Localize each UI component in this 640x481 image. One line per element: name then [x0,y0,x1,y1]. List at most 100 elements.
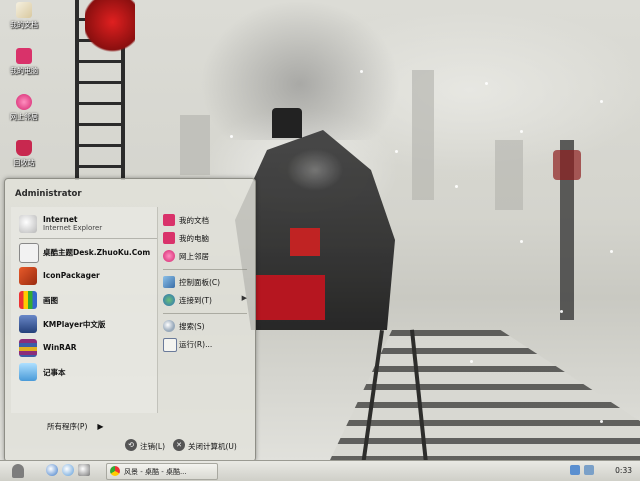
system-tray: 0:33 [566,461,640,481]
arrow-right-icon: ▶ [97,422,104,431]
quicklaunch-browser-icon[interactable] [62,464,74,476]
computer-icon [16,48,32,64]
computer-icon [163,232,175,244]
start-menu-pinned-list: Internet Internet Explorer 桌酷主题Desk.Zhuo… [11,207,158,413]
pinned-item-title: IconPackager [43,271,100,280]
places-label: 网上邻居 [179,252,209,261]
connect-globe-icon [163,294,175,306]
pinned-item-title: 桌酷主题Desk.ZhuoKu.Com [43,248,151,257]
desktop-icon-label: 我的文档 [10,21,38,29]
start-menu-power-bar: ⟲ 注销(L) ✕ 关闭计算机(U) [5,435,255,459]
logoff-label: 注销(L) [140,442,166,451]
winrar-books-icon [19,339,37,357]
pinned-item-paint[interactable]: 画图 [17,289,157,311]
submenu-arrow-icon: ▶ [241,294,247,302]
wallpaper-chimney [272,108,302,138]
places-my-computer[interactable]: 我的电脑 [163,231,251,245]
pinned-item-iconpackager[interactable]: IconPackager [17,265,157,287]
taskbar-button-window[interactable]: 风景 - 桌酷 - 桌酷... [106,463,218,480]
start-button[interactable] [8,462,28,480]
snowflake [520,240,523,243]
taskbar-clock[interactable]: 0:33 [615,466,632,475]
wallpaper-building [180,115,210,175]
places-separator [163,313,247,314]
snowflake [230,135,233,138]
pinned-item-title: WinRAR [43,343,77,352]
zhuoku-theme-icon [19,243,39,263]
places-connect-to[interactable]: 连接到(T) ▶ [163,293,251,307]
logoff-icon: ⟲ [125,439,137,451]
snowflake [600,100,603,103]
all-programs-button[interactable]: 所有程序(P) ▶ [47,421,104,432]
snowflake [520,130,523,133]
recycle-bin-icon [16,140,32,156]
places-label: 连接到(T) [179,296,212,305]
paint-brushes-icon [19,291,37,309]
pinned-item-internet[interactable]: Internet Internet Explorer [17,213,157,235]
places-label: 控制面板(C) [179,278,221,287]
snowflake [395,150,398,153]
pinned-item-notepad[interactable]: 记事本 [17,361,157,383]
power-icon: ✕ [173,439,185,451]
taskbar-button-label: 风景 - 桌酷 - 桌酷... [124,468,187,476]
start-menu-places: 我的文档 我的电脑 网上邻居 控制面板(C) 连接到(T) ▶ 搜索(S) 运行… [161,207,251,413]
pinned-item-subtitle: Internet Explorer [43,224,103,232]
desktop-icon-label: 网上邻居 [10,113,38,121]
pinned-item-zhuoku[interactable]: 桌酷主题Desk.ZhuoKu.Com [17,241,157,263]
search-icon [163,320,175,332]
network-globe-icon [16,94,32,110]
snowflake [560,310,563,313]
pinned-item-title: 画图 [43,296,58,305]
wallpaper-train-red-buffer [255,275,325,320]
places-control-panel[interactable]: 控制面板(C) [163,275,251,289]
desktop-icon-my-computer[interactable]: 我的电脑 [2,48,46,76]
wallpaper-train-red-panel [290,228,320,256]
iconpackager-icon [19,267,37,285]
places-run[interactable]: 运行(R)... [163,337,251,352]
snowflake [455,185,458,188]
places-my-documents[interactable]: 我的文档 [163,213,251,227]
notepad-icon [19,363,37,381]
tray-network-icon[interactable] [570,465,580,475]
tray-volume-icon[interactable] [584,465,594,475]
desktop-icon-label: 我的电脑 [10,67,38,75]
pinned-item-title: KMPlayer中文版 [43,320,106,329]
control-panel-icon [163,276,175,288]
all-programs-label: 所有程序(P) [47,422,88,431]
start-menu-user-name: Administrator [15,189,82,199]
places-label: 搜索(S) [179,322,205,331]
desktop-icon-label: 回收站 [13,159,35,167]
start-menu: Administrator Internet Internet Explorer… [4,178,256,462]
shutdown-label: 关闭计算机(U) [188,442,237,451]
documents-icon [163,214,175,226]
snowflake [600,420,603,423]
internet-explorer-icon [19,215,37,233]
pinned-item-title: Internet [43,215,78,224]
wallpaper-red-signal [85,0,135,55]
places-network[interactable]: 网上邻居 [163,249,251,263]
desktop-icon-my-documents[interactable]: 我的文档 [2,2,46,30]
places-search[interactable]: 搜索(S) [163,319,251,333]
taskbar: 风景 - 桌酷 - 桌酷... 0:33 [0,460,640,481]
places-label: 运行(R)... [179,340,213,349]
kmplayer-icon [19,315,37,333]
pinned-item-kmplayer[interactable]: KMPlayer中文版 [17,313,157,335]
snowflake [470,360,473,363]
pinned-item-winrar[interactable]: WinRAR [17,337,157,359]
network-icon [163,250,175,262]
desktop-icon-recycle-bin[interactable]: 回收站 [2,140,46,168]
snowflake [360,70,363,73]
wallpaper-building [495,140,523,210]
documents-folder-icon [16,2,32,18]
chrome-icon [110,466,120,476]
wallpaper-tower [412,70,434,200]
snowflake [610,250,613,253]
quicklaunch-ie-icon[interactable] [46,464,58,476]
desktop-icon-network[interactable]: 网上邻居 [2,94,46,122]
places-label: 我的文档 [179,216,209,225]
pinned-item-title: 记事本 [43,368,66,377]
run-dialog-icon [163,338,177,352]
start-figure-icon [12,464,24,478]
places-label: 我的电脑 [179,234,209,243]
quicklaunch-desktop-icon[interactable] [78,464,90,476]
